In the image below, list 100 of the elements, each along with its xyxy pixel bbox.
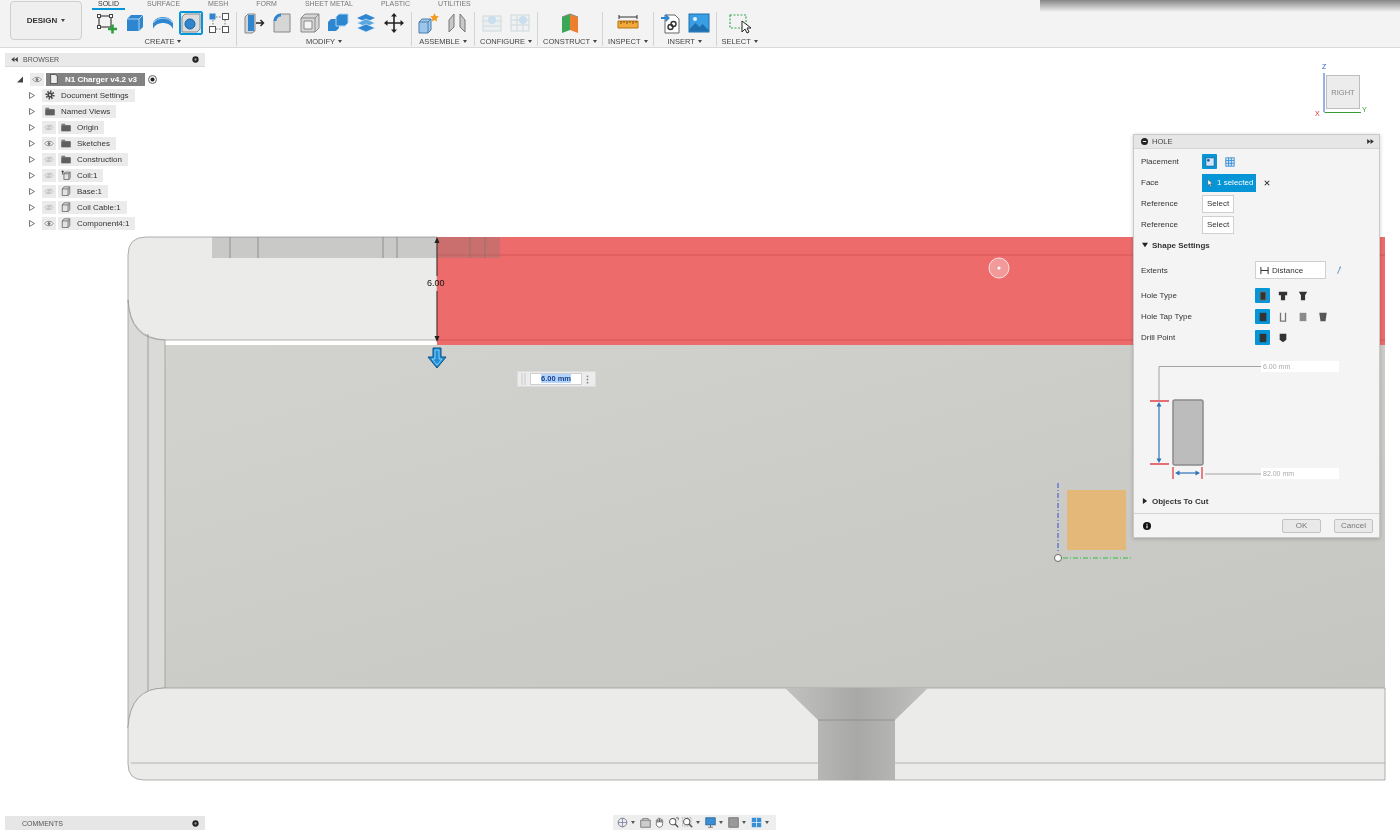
grid-config-icon bbox=[509, 12, 531, 34]
document-link-icon bbox=[659, 12, 682, 34]
monitor-icon[interactable] bbox=[705, 817, 716, 828]
tool-button[interactable] bbox=[382, 11, 406, 35]
star-cube-icon bbox=[418, 12, 440, 34]
cube-pin-icon bbox=[61, 170, 71, 180]
camera-icon[interactable] bbox=[640, 817, 651, 828]
double-left-arrow-icon[interactable] bbox=[11, 57, 18, 62]
angled-drill-icon bbox=[1277, 332, 1288, 343]
tool-button[interactable] bbox=[727, 11, 752, 35]
plain-tap-icon bbox=[1257, 311, 1268, 322]
browser-node[interactable]: Coil Cable:1 bbox=[58, 200, 127, 214]
cube-icon bbox=[61, 218, 71, 228]
browser-node[interactable]: Coil:1 bbox=[58, 168, 104, 182]
down-triangle-icon[interactable] bbox=[1142, 242, 1148, 248]
browser-node[interactable]: Construction bbox=[58, 152, 128, 166]
browser-node[interactable]: Base:1 bbox=[58, 184, 108, 198]
origin-point-icon bbox=[1054, 554, 1062, 562]
field-label: Drill Point bbox=[1141, 333, 1177, 342]
field-label: Face bbox=[1141, 178, 1160, 187]
dialog-button[interactable]: Cancel bbox=[1334, 518, 1373, 533]
dialog-button[interactable]: OK bbox=[1282, 518, 1321, 533]
caret-icon bbox=[462, 40, 467, 43]
right-triangle-icon[interactable] bbox=[1142, 498, 1148, 504]
zoom-window-icon[interactable] bbox=[682, 817, 693, 828]
cursor-icon bbox=[1207, 178, 1213, 187]
z-axis-line bbox=[1323, 72, 1325, 113]
tool-button[interactable] bbox=[95, 11, 119, 35]
gear-icon bbox=[45, 90, 55, 100]
field-label: Placement bbox=[1141, 157, 1180, 166]
caret-icon[interactable] bbox=[631, 821, 635, 824]
close-icon[interactable] bbox=[1264, 179, 1270, 186]
simple-hole-icon bbox=[1257, 290, 1268, 301]
orbit-icon[interactable] bbox=[617, 817, 628, 828]
select-button[interactable]: Select bbox=[1202, 194, 1235, 213]
tool-button[interactable] bbox=[207, 11, 231, 35]
grid-icon[interactable] bbox=[751, 817, 762, 828]
extents-dropdown[interactable]: Distance bbox=[1255, 261, 1326, 279]
flat-drill-icon bbox=[1257, 332, 1268, 343]
field-label: Hole Tap Type bbox=[1141, 312, 1193, 321]
cube-icon bbox=[61, 186, 71, 196]
counterbore-icon bbox=[1277, 290, 1288, 301]
workspace-menu-button[interactable]: DESIGN bbox=[10, 1, 82, 40]
pin-dot-icon[interactable] bbox=[192, 819, 199, 827]
move-arrows-icon bbox=[383, 12, 405, 34]
field-label: Reference bbox=[1141, 199, 1179, 208]
folder-icon bbox=[61, 138, 71, 148]
horizontal-axis-line bbox=[1062, 557, 1132, 559]
vertical-axis-line bbox=[1057, 482, 1059, 554]
pin-dot-icon[interactable] bbox=[192, 56, 199, 63]
tapped-icon bbox=[1297, 311, 1308, 322]
corner-triangle-icon[interactable] bbox=[17, 75, 23, 83]
browser-node[interactable]: Named Views bbox=[42, 104, 117, 118]
caret-icon bbox=[697, 40, 702, 43]
caret-icon bbox=[528, 40, 532, 43]
press-pull-icon bbox=[243, 12, 265, 34]
caret-icon bbox=[753, 40, 758, 43]
hole-icon bbox=[180, 12, 202, 34]
combine-cubes-icon bbox=[327, 12, 349, 34]
browser-node[interactable]: Document Settings bbox=[42, 88, 135, 102]
caret-icon bbox=[593, 40, 598, 43]
caret-icon[interactable] bbox=[765, 821, 769, 824]
fillet-icon bbox=[271, 12, 293, 34]
caret-icon bbox=[177, 40, 182, 43]
radio-dot-icon[interactable] bbox=[148, 74, 158, 84]
zoom-icon[interactable] bbox=[668, 817, 679, 828]
field-label: Reference bbox=[1141, 220, 1179, 229]
browser-node[interactable]: Sketches bbox=[58, 136, 116, 150]
y-axis-line bbox=[1324, 112, 1362, 113]
browser-node[interactable]: Component4:1 bbox=[58, 216, 136, 230]
document-icon bbox=[49, 74, 59, 84]
section-title[interactable]: Objects To Cut bbox=[1152, 496, 1209, 506]
select-button[interactable]: Select bbox=[1202, 215, 1235, 234]
browser-node[interactable]: Origin bbox=[58, 120, 105, 134]
browser-node[interactable]: N1 Charger v4.2 v3 bbox=[46, 72, 146, 86]
caret-icon[interactable] bbox=[742, 821, 746, 824]
caret-icon[interactable] bbox=[696, 821, 700, 824]
plane-square bbox=[1067, 490, 1126, 550]
tool-button[interactable] bbox=[658, 11, 683, 35]
hole-point-icon[interactable] bbox=[988, 257, 1010, 279]
table-config-icon bbox=[481, 12, 503, 34]
cube-icon bbox=[61, 202, 71, 212]
joint-icon bbox=[446, 12, 468, 34]
shell-icon bbox=[299, 12, 321, 34]
caret-icon[interactable] bbox=[719, 821, 723, 824]
field-label: Hole Type bbox=[1141, 291, 1178, 300]
down-arrow-handle[interactable] bbox=[427, 347, 447, 369]
caret-icon bbox=[61, 19, 66, 22]
dashed-select-icon bbox=[728, 12, 751, 34]
section-title[interactable]: Shape Settings bbox=[1152, 240, 1210, 250]
folder-icon bbox=[61, 154, 71, 164]
field-label: Extents bbox=[1141, 265, 1169, 275]
tool-button[interactable] bbox=[242, 11, 266, 35]
more-options-icon[interactable] bbox=[586, 374, 589, 384]
picture-icon bbox=[687, 12, 710, 34]
double-right-arrow-icon[interactable] bbox=[1367, 139, 1374, 144]
info-icon[interactable] bbox=[1143, 521, 1151, 530]
pan-hand-icon[interactable] bbox=[654, 817, 665, 828]
point-placement-icon bbox=[1204, 156, 1215, 167]
collapse-icon[interactable] bbox=[1141, 138, 1148, 145]
